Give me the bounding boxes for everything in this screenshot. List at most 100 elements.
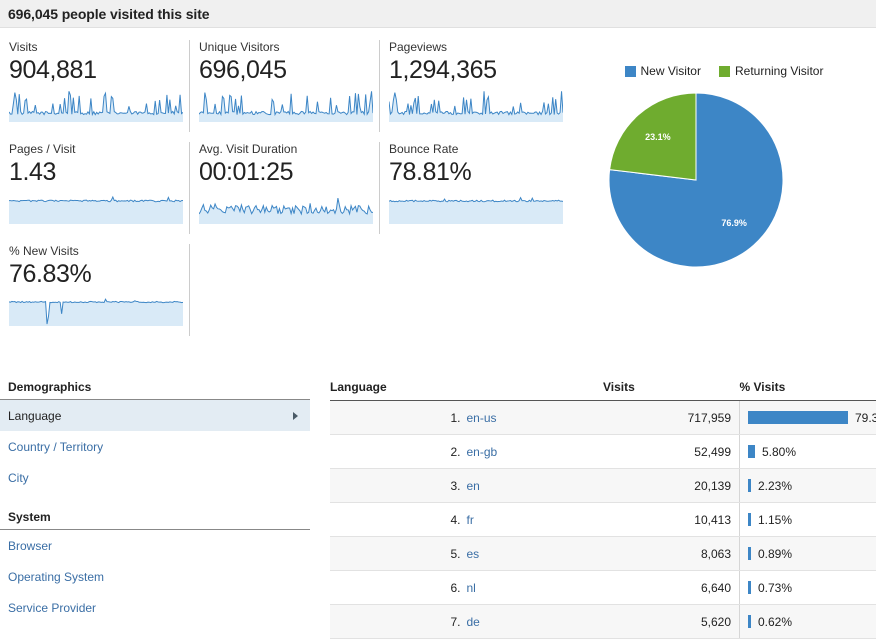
row-percent-visits: 0.73% [740,571,876,605]
row-percent-visits: 79.35% [740,401,876,435]
table-row[interactable]: 3.en20,1392.23% [330,469,876,503]
language-link[interactable]: en-gb [467,445,498,459]
sidebar-item-label: Service Provider [8,601,298,615]
row-index: 1. [330,401,467,435]
row-index: 4. [330,503,467,537]
row-language-cell: es [467,537,604,571]
metric-card-avg-visit-duration[interactable]: Avg. Visit Duration 00:01:25 [190,140,380,240]
sparkline-area [389,198,563,224]
metric-card-percent-new-visits[interactable]: % New Visits 76.83% [0,242,190,342]
row-visits: 717,959 [603,401,740,435]
percent-label: 79.35% [855,411,876,425]
page-title: 696,045 people visited this site [8,6,209,22]
row-visits: 20,139 [603,469,740,503]
row-percent-visits: 2.23% [740,469,876,503]
pie-chart[interactable]: 76.9% 23.1% [608,92,784,268]
metric-label: Avg. Visit Duration [199,140,371,156]
metric-value: 76.83% [9,258,181,290]
metric-value: 78.81% [389,156,561,188]
overview-section: Visits 904,881 Unique Visitors 696,045 P… [0,28,876,380]
legend-item-new-visitor[interactable]: New Visitor [625,64,701,78]
sidebar-item-city[interactable]: City [0,462,310,493]
metrics-row-3: % New Visits 76.83% [0,242,572,342]
chevron-right-icon [293,412,298,420]
metric-card-pages-per-visit[interactable]: Pages / Visit 1.43 [0,140,190,240]
percent-bar [748,411,848,424]
legend-item-returning-visitor[interactable]: Returning Visitor [719,64,824,78]
metric-label: Bounce Rate [389,140,561,156]
percent-bar-wrapper: 5.80% [748,445,875,459]
row-language-cell: nl [467,571,604,605]
sparkline-line [9,197,183,202]
row-index: 7. [330,605,467,639]
metric-card-unique-visitors[interactable]: Unique Visitors 696,045 [190,38,380,138]
language-link[interactable]: en [467,479,480,493]
table-row[interactable]: 6.nl6,6400.73% [330,571,876,605]
row-index: 2. [330,435,467,469]
metrics-row-1: Visits 904,881 Unique Visitors 696,045 P… [0,38,572,138]
pie-legend: New Visitor Returning Visitor [572,64,876,78]
metrics-grid: Visits 904,881 Unique Visitors 696,045 P… [0,28,572,380]
dimension-sidebar: Demographics Language Country / Territor… [0,380,310,623]
percent-bar [748,581,751,594]
metric-value: 904,881 [9,54,181,86]
column-header-language[interactable]: Language [330,380,603,401]
sidebar-item-label: Language [8,409,293,423]
table-row[interactable]: 5.es8,0630.89% [330,537,876,571]
pie-slice-label: 76.9% [721,218,747,228]
sparkline-unique-visitors [199,90,373,122]
sparkline-visits [9,90,183,122]
legend-label: Returning Visitor [735,64,824,78]
sidebar-item-label: Country / Territory [8,440,298,454]
row-visits: 8,063 [603,537,740,571]
language-link[interactable]: en-us [467,411,497,425]
metric-label: Pageviews [389,38,561,54]
sparkline-line [199,91,373,114]
table-row[interactable]: 2.en-gb 52,499 5.80% [330,435,876,469]
language-link[interactable]: es [467,547,480,561]
metric-card-visits[interactable]: Visits 904,881 [0,38,190,138]
sidebar-item-language[interactable]: Language [0,400,310,431]
sparkline-bounce-rate [389,192,563,224]
sparkline-pages-per-visit [9,192,183,224]
row-visits: 52,499 [603,435,740,469]
row-index: 6. [330,571,467,605]
table-row[interactable]: 7.de5,6200.62% [330,605,876,639]
percent-bar-wrapper: 1.15% [748,513,875,527]
language-link[interactable]: fr [467,513,474,527]
sidebar-group-title-system: System [0,510,310,530]
detail-section: Demographics Language Country / Territor… [0,380,876,624]
percent-bar [748,479,751,492]
language-link[interactable]: de [467,615,480,629]
table-row[interactable]: 1.en-us 717,959 79.35% [330,401,876,435]
metric-label: % New Visits [9,242,181,258]
row-percent-visits: 0.89% [740,537,876,571]
sparkline-area [389,91,563,122]
table-row[interactable]: 4.fr10,4131.15% [330,503,876,537]
sidebar-item-service-provider[interactable]: Service Provider [0,592,310,623]
sidebar-item-operating-system[interactable]: Operating System [0,561,310,592]
sidebar-group-title-demographics: Demographics [0,380,310,400]
row-language-cell: en-us [467,401,604,435]
language-link[interactable]: nl [467,581,476,595]
sidebar-item-browser[interactable]: Browser [0,530,310,561]
metric-card-bounce-rate[interactable]: Bounce Rate 78.81% [380,140,570,240]
language-table: Language Visits % Visits 1.en-us 717,959 7… [330,380,876,639]
percent-bar [748,445,755,458]
sidebar-item-label: City [8,471,298,485]
page-header: 696,045 people visited this site [0,0,876,28]
pie-slice-label: 23.1% [645,132,671,142]
sparkline-area [199,198,373,224]
percent-bar [748,615,751,628]
percent-bar [748,547,751,560]
metric-label: Pages / Visit [9,140,181,156]
metric-card-pageviews[interactable]: Pageviews 1,294,365 [380,38,570,138]
language-table-container: Language Visits % Visits 1.en-us 717,959 7… [330,380,876,639]
sparkline-area [9,299,183,326]
column-header-visits[interactable]: Visits [603,380,740,401]
table-header-row: Language Visits % Visits [330,380,876,401]
sidebar-item-country-territory[interactable]: Country / Territory [0,431,310,462]
metric-label: Visits [9,38,181,54]
column-header-percent-visits[interactable]: % Visits [740,380,876,401]
sidebar-item-label: Browser [8,539,298,553]
